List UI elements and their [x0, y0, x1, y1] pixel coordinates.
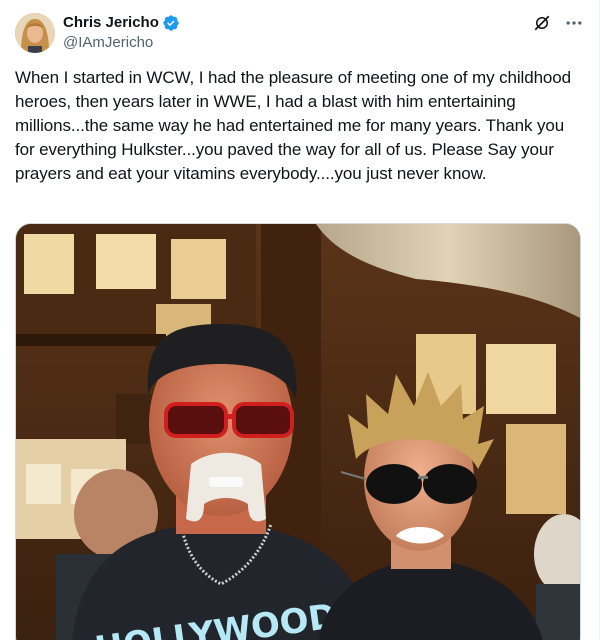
tweet-card: Chris Jericho @IAmJericho When I started…	[0, 0, 600, 640]
verified-badge-icon	[162, 14, 180, 32]
header-actions	[531, 12, 585, 34]
name-row: Chris Jericho	[63, 13, 180, 33]
display-name[interactable]: Chris Jericho	[63, 13, 159, 33]
tweet-photo[interactable]: HOLLYWOOD	[15, 223, 581, 640]
grok-icon[interactable]	[531, 12, 553, 34]
tweet-header: Chris Jericho @IAmJericho	[15, 12, 585, 54]
avatar[interactable]	[15, 13, 55, 53]
more-horizontal-icon[interactable]	[563, 12, 585, 34]
author-handle[interactable]: @IAmJericho	[63, 33, 180, 53]
author-names: Chris Jericho @IAmJericho	[63, 13, 180, 53]
tweet-text: When I started in WCW, I had the pleasur…	[15, 68, 571, 183]
